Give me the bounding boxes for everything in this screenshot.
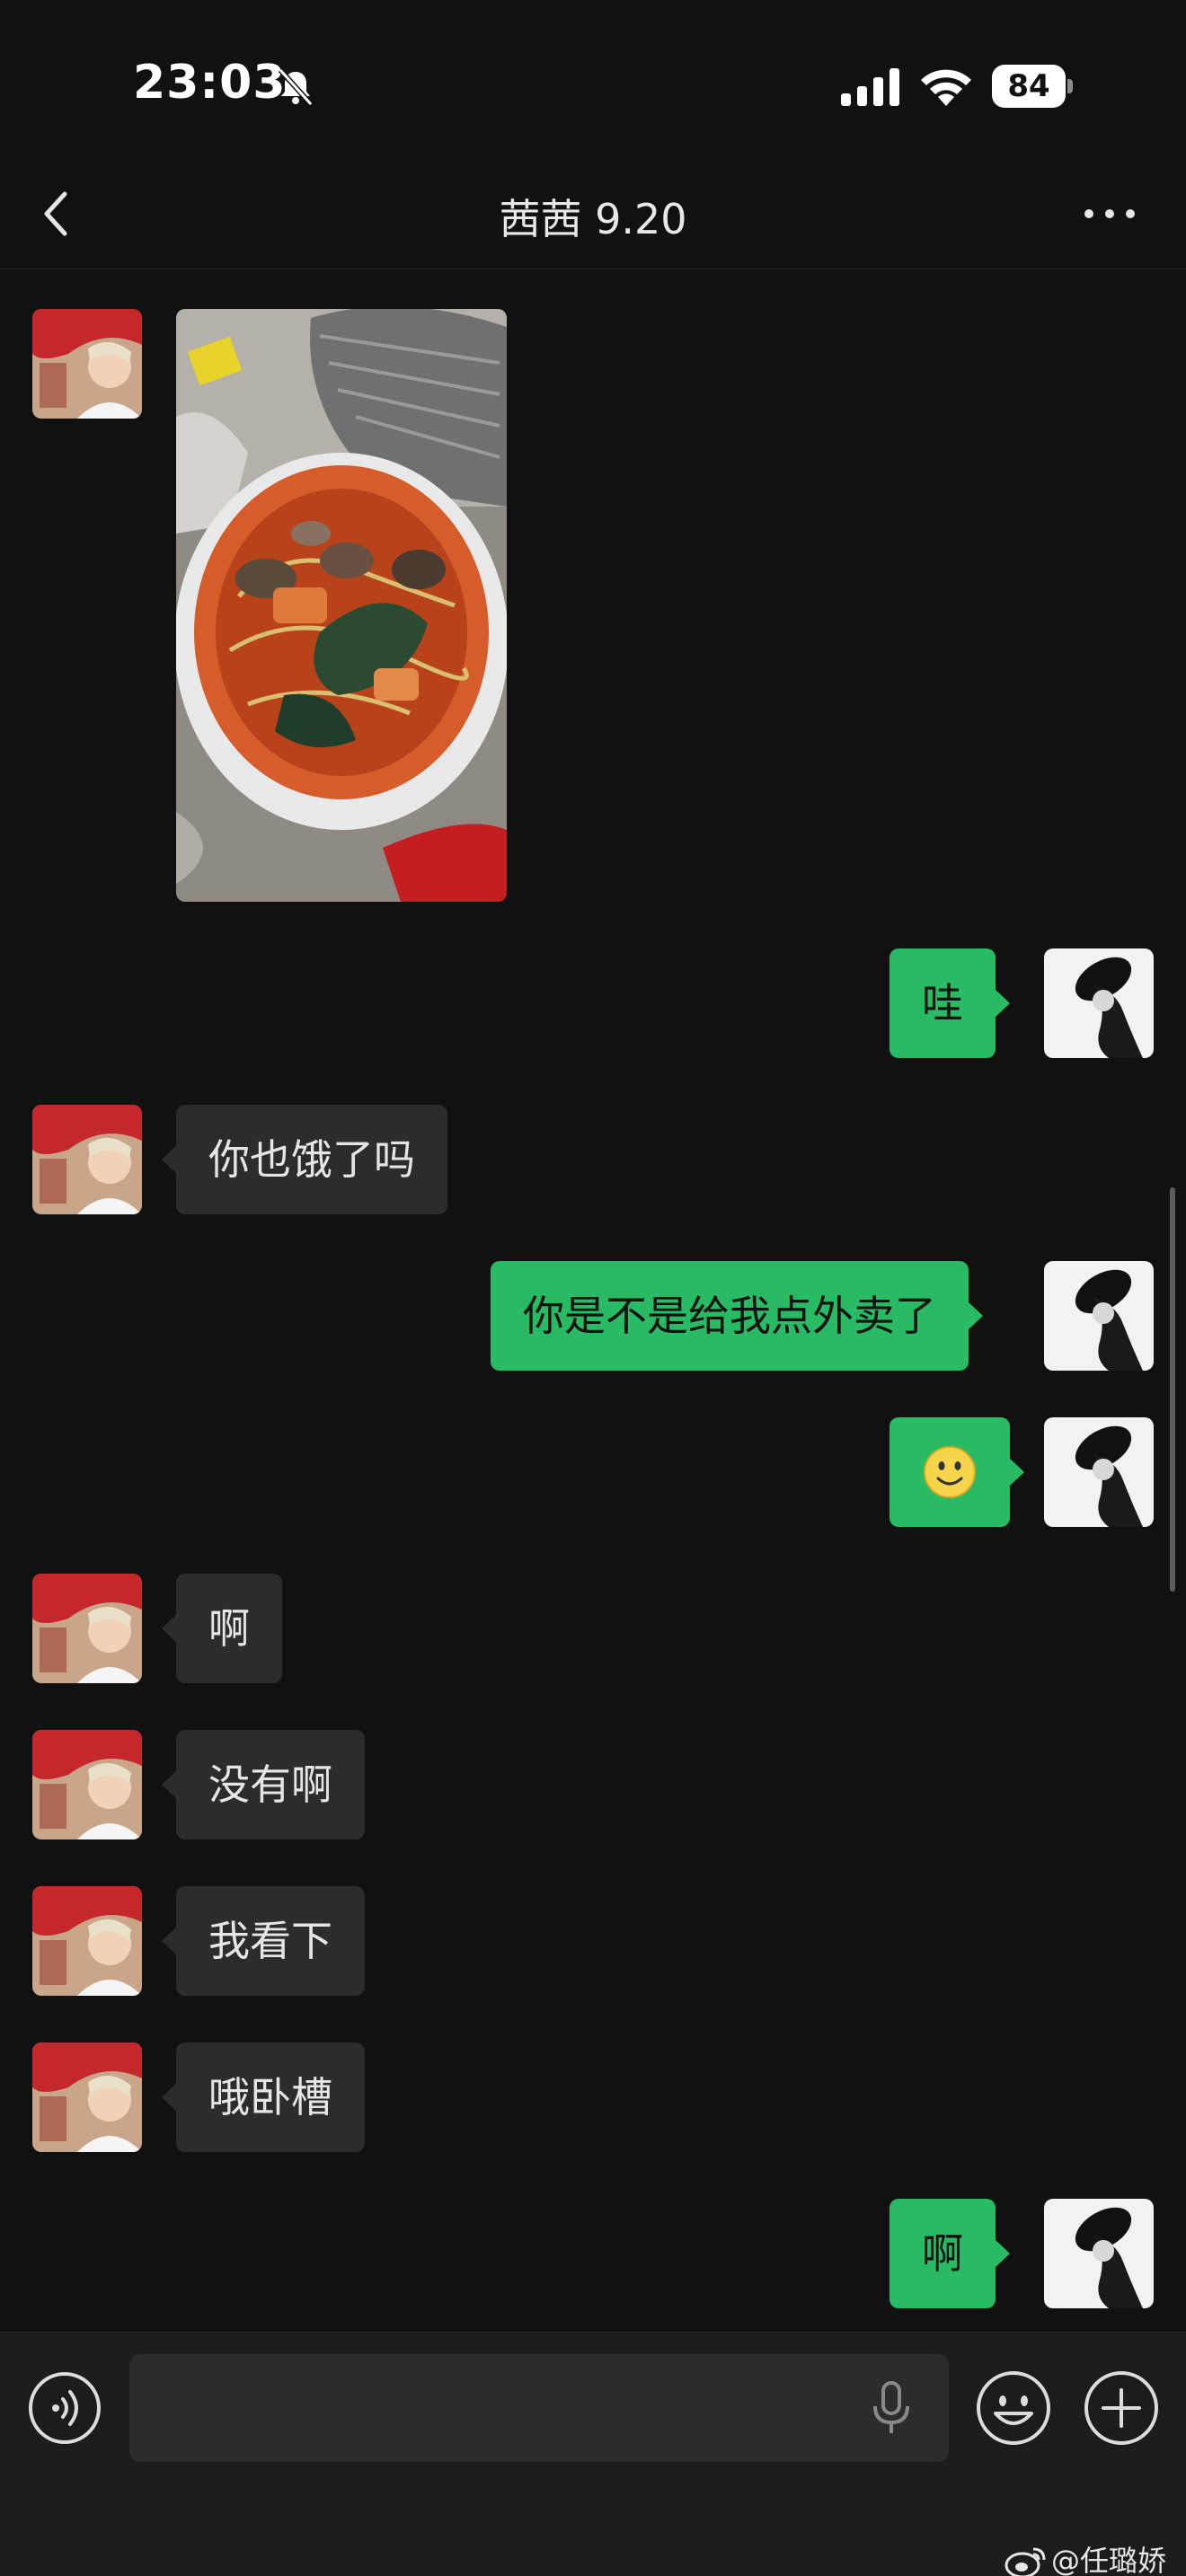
microphone-icon[interactable]	[864, 2379, 918, 2437]
battery-tip	[1067, 79, 1073, 93]
watermark: @任璐娇	[1051, 2544, 1167, 2576]
my-avatar-image	[1044, 1417, 1154, 1527]
cellular-signal-icon	[841, 68, 899, 106]
wifi-icon	[921, 69, 971, 106]
contact-avatar-image	[32, 1574, 142, 1683]
message-bubble-outgoing[interactable]: 哇	[890, 948, 1010, 1058]
my-avatar[interactable]	[1044, 1417, 1154, 1527]
my-avatar-image	[1044, 1261, 1154, 1371]
emoji-icon[interactable]	[974, 2369, 1053, 2448]
chat-header: 茜茜 9.20	[0, 162, 1186, 269]
my-avatar[interactable]	[1044, 1261, 1154, 1371]
image-message[interactable]	[176, 309, 507, 902]
message-bubble-incoming[interactable]: 啊	[162, 1574, 282, 1683]
food-photo	[176, 309, 507, 902]
voice-icon[interactable]	[27, 2370, 102, 2446]
contact-avatar[interactable]	[32, 2042, 142, 2152]
message-bubble-incoming[interactable]: 你也饿了吗	[162, 1105, 447, 1214]
contact-avatar-image	[32, 2042, 142, 2152]
my-avatar-image	[1044, 2199, 1154, 2308]
message-bubble-outgoing[interactable]: 啊	[890, 2199, 1010, 2308]
contact-avatar-image	[32, 309, 142, 419]
my-avatar[interactable]	[1044, 2199, 1154, 2308]
message-list[interactable]: 哇 你也饿了吗 你是不是给我点外卖了 啊 没有啊 我看下 哦卧槽 啊	[0, 269, 1186, 2332]
message-bubble-outgoing[interactable]: 你是不是给我点外卖了	[491, 1261, 983, 1371]
message-bubble-incoming[interactable]: 我看下	[162, 1886, 365, 1996]
contact-avatar[interactable]	[32, 1105, 142, 1214]
message-bubble-incoming[interactable]: 没有啊	[162, 1730, 365, 1839]
contact-avatar[interactable]	[32, 309, 142, 419]
status-time: 23:03	[133, 56, 287, 110]
bell-slash-icon	[278, 67, 314, 107]
battery-level: 84	[992, 65, 1066, 108]
input-bar	[0, 2332, 1186, 2576]
contact-avatar[interactable]	[32, 1886, 142, 1996]
my-avatar[interactable]	[1044, 948, 1154, 1058]
contact-avatar[interactable]	[32, 1730, 142, 1839]
message-bubble-incoming[interactable]: 哦卧槽	[162, 2042, 365, 2152]
contact-avatar-image	[32, 1730, 142, 1839]
contact-avatar[interactable]	[32, 1574, 142, 1683]
more-dots-icon[interactable]	[1078, 189, 1141, 239]
contact-avatar-image	[32, 1105, 142, 1214]
my-avatar-image	[1044, 948, 1154, 1058]
battery-icon: 84	[992, 65, 1073, 108]
add-icon[interactable]	[1082, 2369, 1161, 2448]
chat-title: 茜茜 9.20	[499, 195, 687, 243]
contact-avatar-image	[32, 1886, 142, 1996]
message-bubble-outgoing-emoji[interactable]	[890, 1417, 1024, 1527]
smile-emoji-icon	[924, 1446, 976, 1498]
scrollbar[interactable]	[1170, 1187, 1175, 1592]
message-input[interactable]	[129, 2354, 949, 2462]
status-bar: 23:03 84	[0, 0, 1186, 162]
weibo-icon	[1005, 2547, 1046, 2576]
